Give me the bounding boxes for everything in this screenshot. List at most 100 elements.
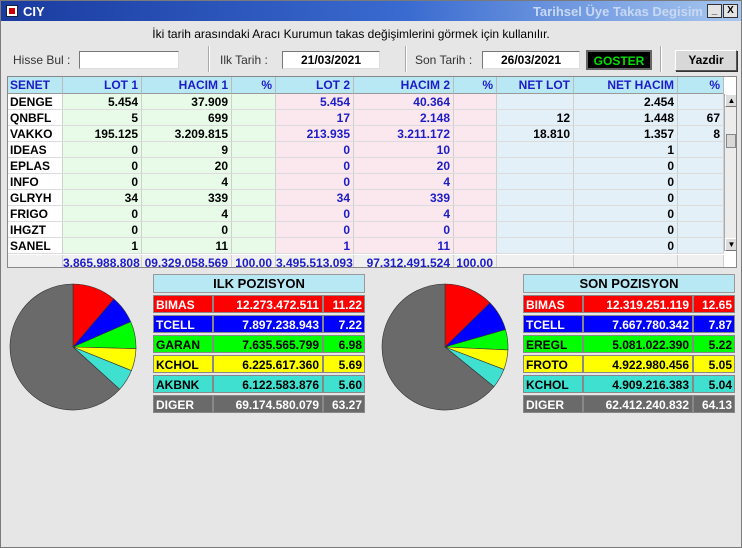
table-cell[interactable]: 195.125 [63,126,142,142]
takas-grid[interactable]: ▲ ▼ SENET LOT 1 HACIM 1% LOT 2 HACIM 2% NET L… [7,76,737,268]
table-cell[interactable] [678,94,724,110]
table-cell[interactable]: 0 [574,158,678,174]
table-cell[interactable] [497,206,574,222]
table-cell[interactable]: 9 [142,142,232,158]
column-header[interactable]: LOT 1 [63,77,142,94]
table-cell[interactable] [454,158,497,174]
table-cell[interactable]: 1 [574,142,678,158]
table-cell[interactable]: 0 [276,222,354,238]
minimize-button[interactable]: _ [707,4,722,18]
table-cell[interactable]: 20 [142,158,232,174]
table-cell[interactable] [678,190,724,206]
table-cell[interactable] [232,94,276,110]
table-cell[interactable]: 0 [276,158,354,174]
table-cell[interactable] [232,174,276,190]
table-cell[interactable]: 0 [142,222,232,238]
table-cell[interactable] [232,206,276,222]
table-cell[interactable]: 0 [574,174,678,190]
table-cell[interactable] [232,158,276,174]
table-cell[interactable] [454,206,497,222]
table-cell[interactable] [232,142,276,158]
table-row-symbol[interactable]: IDEAS [8,142,63,158]
table-cell[interactable]: 10 [354,142,454,158]
table-cell[interactable]: 11 [142,238,232,254]
table-cell[interactable]: 8 [678,126,724,142]
table-cell[interactable]: 40.364 [354,94,454,110]
scroll-thumb[interactable] [726,134,736,148]
table-row-symbol[interactable]: FRIGO [8,206,63,222]
table-cell[interactable] [454,190,497,206]
table-cell[interactable] [454,142,497,158]
column-header[interactable]: HACIM 1 [142,77,232,94]
last-date-input[interactable]: 26/03/2021 [482,51,580,69]
table-row-symbol[interactable]: EPLAS [8,158,63,174]
table-cell[interactable]: 3.211.172 [354,126,454,142]
table-cell[interactable] [454,174,497,190]
column-header[interactable]: % [232,77,276,94]
table-cell[interactable] [497,238,574,254]
table-cell[interactable]: 1 [63,238,142,254]
table-cell[interactable]: 4 [142,174,232,190]
table-cell[interactable]: 17 [276,110,354,126]
column-header[interactable]: NET LOT [497,77,574,94]
column-header[interactable]: LOT 2 [276,77,354,94]
table-cell[interactable]: 1.357 [574,126,678,142]
table-cell[interactable] [678,174,724,190]
table-row-symbol[interactable]: INFO [8,174,63,190]
table-cell[interactable]: 5.454 [276,94,354,110]
scroll-up-icon[interactable]: ▲ [725,94,736,107]
table-cell[interactable]: 213.935 [276,126,354,142]
table-cell[interactable]: 0 [63,158,142,174]
stock-search-input[interactable] [79,51,179,69]
table-cell[interactable] [454,238,497,254]
table-cell[interactable]: 2.148 [354,110,454,126]
table-cell[interactable]: 0 [574,206,678,222]
table-row-symbol[interactable]: GLRYH [8,190,63,206]
table-cell[interactable] [678,158,724,174]
table-cell[interactable] [454,110,497,126]
table-cell[interactable] [232,110,276,126]
table-cell[interactable]: 0 [63,142,142,158]
table-row-symbol[interactable]: SANEL [8,238,63,254]
table-cell[interactable] [497,158,574,174]
table-cell[interactable]: 4 [354,174,454,190]
title-bar[interactable]: CIY Tarihsel Üye Takas Degisim _ X [1,1,741,21]
table-cell[interactable]: 34 [63,190,142,206]
table-cell[interactable] [232,222,276,238]
table-cell[interactable] [678,142,724,158]
table-cell[interactable] [497,142,574,158]
table-cell[interactable]: 0 [574,190,678,206]
column-header[interactable]: HACIM 2 [354,77,454,94]
table-row-symbol[interactable]: QNBFL [8,110,63,126]
table-cell[interactable]: 5 [63,110,142,126]
table-cell[interactable]: 12 [497,110,574,126]
table-cell[interactable] [454,222,497,238]
first-date-input[interactable]: 21/03/2021 [282,51,380,69]
column-header[interactable]: % [454,77,497,94]
column-header[interactable]: SENET [8,77,63,94]
table-cell[interactable]: 0 [276,174,354,190]
table-cell[interactable]: 0 [63,174,142,190]
close-button[interactable]: X [723,4,738,18]
table-row-symbol[interactable]: VAKKO [8,126,63,142]
table-cell[interactable] [497,174,574,190]
table-cell[interactable] [678,206,724,222]
table-cell[interactable]: 0 [354,222,454,238]
table-cell[interactable]: 339 [142,190,232,206]
table-cell[interactable]: 4 [142,206,232,222]
table-cell[interactable]: 0 [276,206,354,222]
table-cell[interactable]: 4 [354,206,454,222]
table-cell[interactable] [497,190,574,206]
table-cell[interactable]: 699 [142,110,232,126]
scroll-down-icon[interactable]: ▼ [725,238,736,251]
table-cell[interactable] [232,190,276,206]
table-cell[interactable]: 3.209.815 [142,126,232,142]
table-cell[interactable]: 339 [354,190,454,206]
table-row-symbol[interactable]: DENGE [8,94,63,110]
table-cell[interactable] [454,126,497,142]
table-cell[interactable] [232,238,276,254]
table-cell[interactable] [497,94,574,110]
table-cell[interactable]: 5.454 [63,94,142,110]
table-cell[interactable] [454,94,497,110]
table-cell[interactable] [678,222,724,238]
